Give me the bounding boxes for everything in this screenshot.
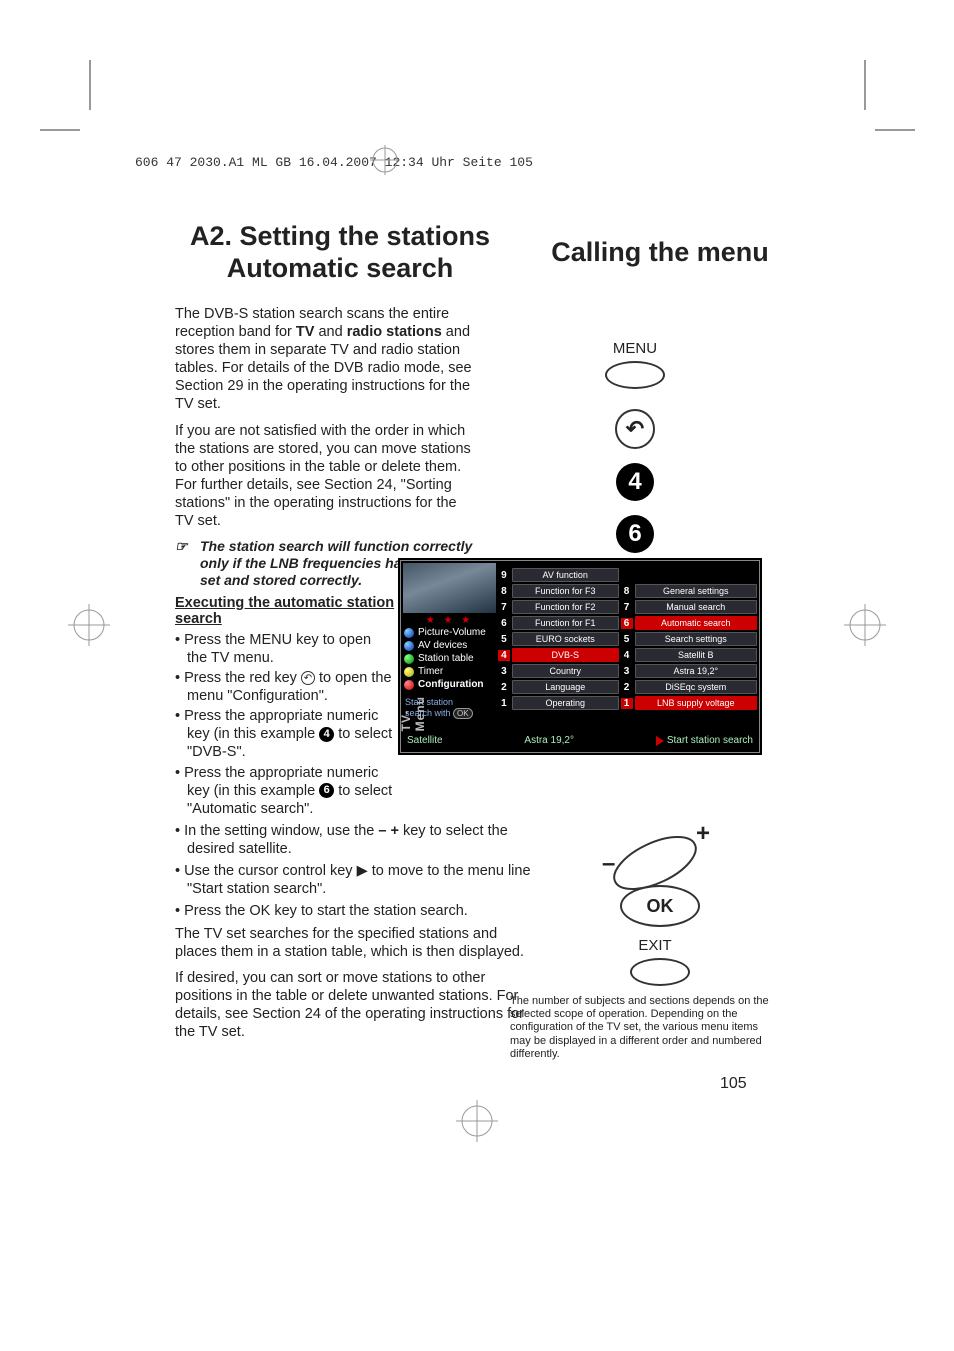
tv-menu-column-1: 9AV function 8Function for F3 7Function … <box>498 561 621 731</box>
back-button[interactable]: ↶ <box>615 409 655 449</box>
bottom-astra-label: Astra 19,2° <box>524 735 574 746</box>
bottom-start-search[interactable]: Start station search <box>656 735 753 746</box>
bottom-satellite-label: Satellite <box>407 735 443 746</box>
intro-paragraph-2: If you are not satisfied with the order … <box>175 422 475 531</box>
footnote-text: The number of subjects and sections depe… <box>510 995 770 1061</box>
col2-item[interactable]: DiSEqc system <box>635 680 757 694</box>
ok-pill-icon: OK <box>453 708 473 720</box>
col1-item[interactable]: EURO sockets <box>512 632 619 646</box>
red-dot-icon <box>404 680 414 690</box>
procedure-list-narrow: • Press the MENU key to open the TV menu… <box>175 631 395 818</box>
exit-button[interactable] <box>630 958 690 986</box>
page-title-left: A2. Setting the stations Automatic searc… <box>175 220 505 285</box>
col2-item[interactable]: Manual search <box>635 600 757 614</box>
col1-item[interactable]: Country <box>512 664 619 678</box>
menu-configuration[interactable]: Configuration <box>401 678 498 691</box>
result-paragraph-1: The TV set searches for the specified st… <box>175 925 535 961</box>
menu-station-table[interactable]: Station table <box>401 652 498 665</box>
col2-item-auto-search[interactable]: Automatic search <box>635 616 757 630</box>
step-1: • Press the MENU key to open the TV menu… <box>175 631 395 667</box>
preview-thumbnail <box>403 563 496 613</box>
header-crosshair <box>370 145 400 180</box>
back-arrow-icon: ↶ <box>626 416 644 442</box>
step-6: • Use the cursor control key ▶ to move t… <box>175 862 535 898</box>
blue-dot-icon <box>404 641 414 651</box>
exit-button-label: EXIT <box>590 937 720 954</box>
tv-menu-bottom-bar: Satellite Astra 19,2° Start station sear… <box>401 731 759 752</box>
col1-item[interactable]: Function for F3 <box>512 584 619 598</box>
procedure-list-wide: • In the setting window, use the – + key… <box>175 822 535 921</box>
col1-item[interactable]: Language <box>512 680 619 694</box>
tv-menu-overlay: TV-Menu ★ ★ ★ Picture-Volume AV devices … <box>398 558 762 755</box>
num-circle-6: 6 <box>319 783 334 798</box>
ok-button[interactable]: OK <box>620 885 700 927</box>
page-title-right: Calling the menu <box>545 237 775 268</box>
menu-button-label: MENU <box>575 340 695 357</box>
step-7: • Press the OK key to start the station … <box>175 902 535 920</box>
col2-item[interactable]: Astra 19,2° <box>635 664 757 678</box>
play-triangle-icon <box>656 736 664 746</box>
col1-item[interactable]: AV function <box>512 568 619 582</box>
tv-menu-column-2: 8General settings 7Manual search 6Automa… <box>621 561 759 731</box>
col2-item[interactable]: LNB supply voltage <box>635 696 757 710</box>
menu-av-devices[interactable]: AV devices <box>401 639 498 652</box>
menu-button[interactable] <box>605 361 665 389</box>
result-paragraph-2: If desired, you can sort or move station… <box>175 969 535 1042</box>
menu-timer[interactable]: Timer <box>401 665 498 678</box>
back-key-icon: ↶ <box>301 671 315 685</box>
page-number: 105 <box>720 1075 747 1093</box>
numeric-4-button[interactable]: 4 <box>616 463 654 501</box>
right-arrow-icon: ▶ <box>357 863 368 879</box>
intro-paragraph-1: The DVB-S station search scans the entir… <box>175 305 475 414</box>
tv-menu-side-label: TV-Menu <box>399 686 427 731</box>
col1-item[interactable]: Function for F2 <box>512 600 619 614</box>
col2-item[interactable]: Search settings <box>635 632 757 646</box>
col1-item-dvbs[interactable]: DVB-S <box>512 648 619 662</box>
step-5: • In the setting window, use the – + key… <box>175 822 535 858</box>
numeric-6-button[interactable]: 6 <box>616 515 654 553</box>
star-rating-icon: ★ ★ ★ <box>401 615 498 626</box>
step-2: • Press the red key ↶ to open the menu "… <box>175 669 395 705</box>
step-3: • Press the appropriate numeric key (in … <box>175 707 395 761</box>
pointing-hand-icon: ☞ <box>175 538 200 588</box>
col2-item[interactable]: Satellit B <box>635 648 757 662</box>
procedure-heading: Executing the automatic station search <box>175 595 395 627</box>
yellow-dot-icon <box>404 667 414 677</box>
green-dot-icon <box>404 654 414 664</box>
print-header: 606 47 2030.A1 ML GB 16.04.2007 12:34 Uh… <box>135 155 533 170</box>
step-4: • Press the appropriate numeric key (in … <box>175 764 395 818</box>
rocker-outline <box>610 833 700 893</box>
col1-item[interactable]: Function for F1 <box>512 616 619 630</box>
remote-buttons: MENU ↶ 4 6 <box>575 340 695 567</box>
blue-dot-icon <box>404 628 414 638</box>
col1-item[interactable]: Operating <box>512 696 619 710</box>
col2-item[interactable]: General settings <box>635 584 757 598</box>
num-circle-4: 4 <box>319 727 334 742</box>
menu-picture-volume[interactable]: Picture-Volume <box>401 626 498 639</box>
